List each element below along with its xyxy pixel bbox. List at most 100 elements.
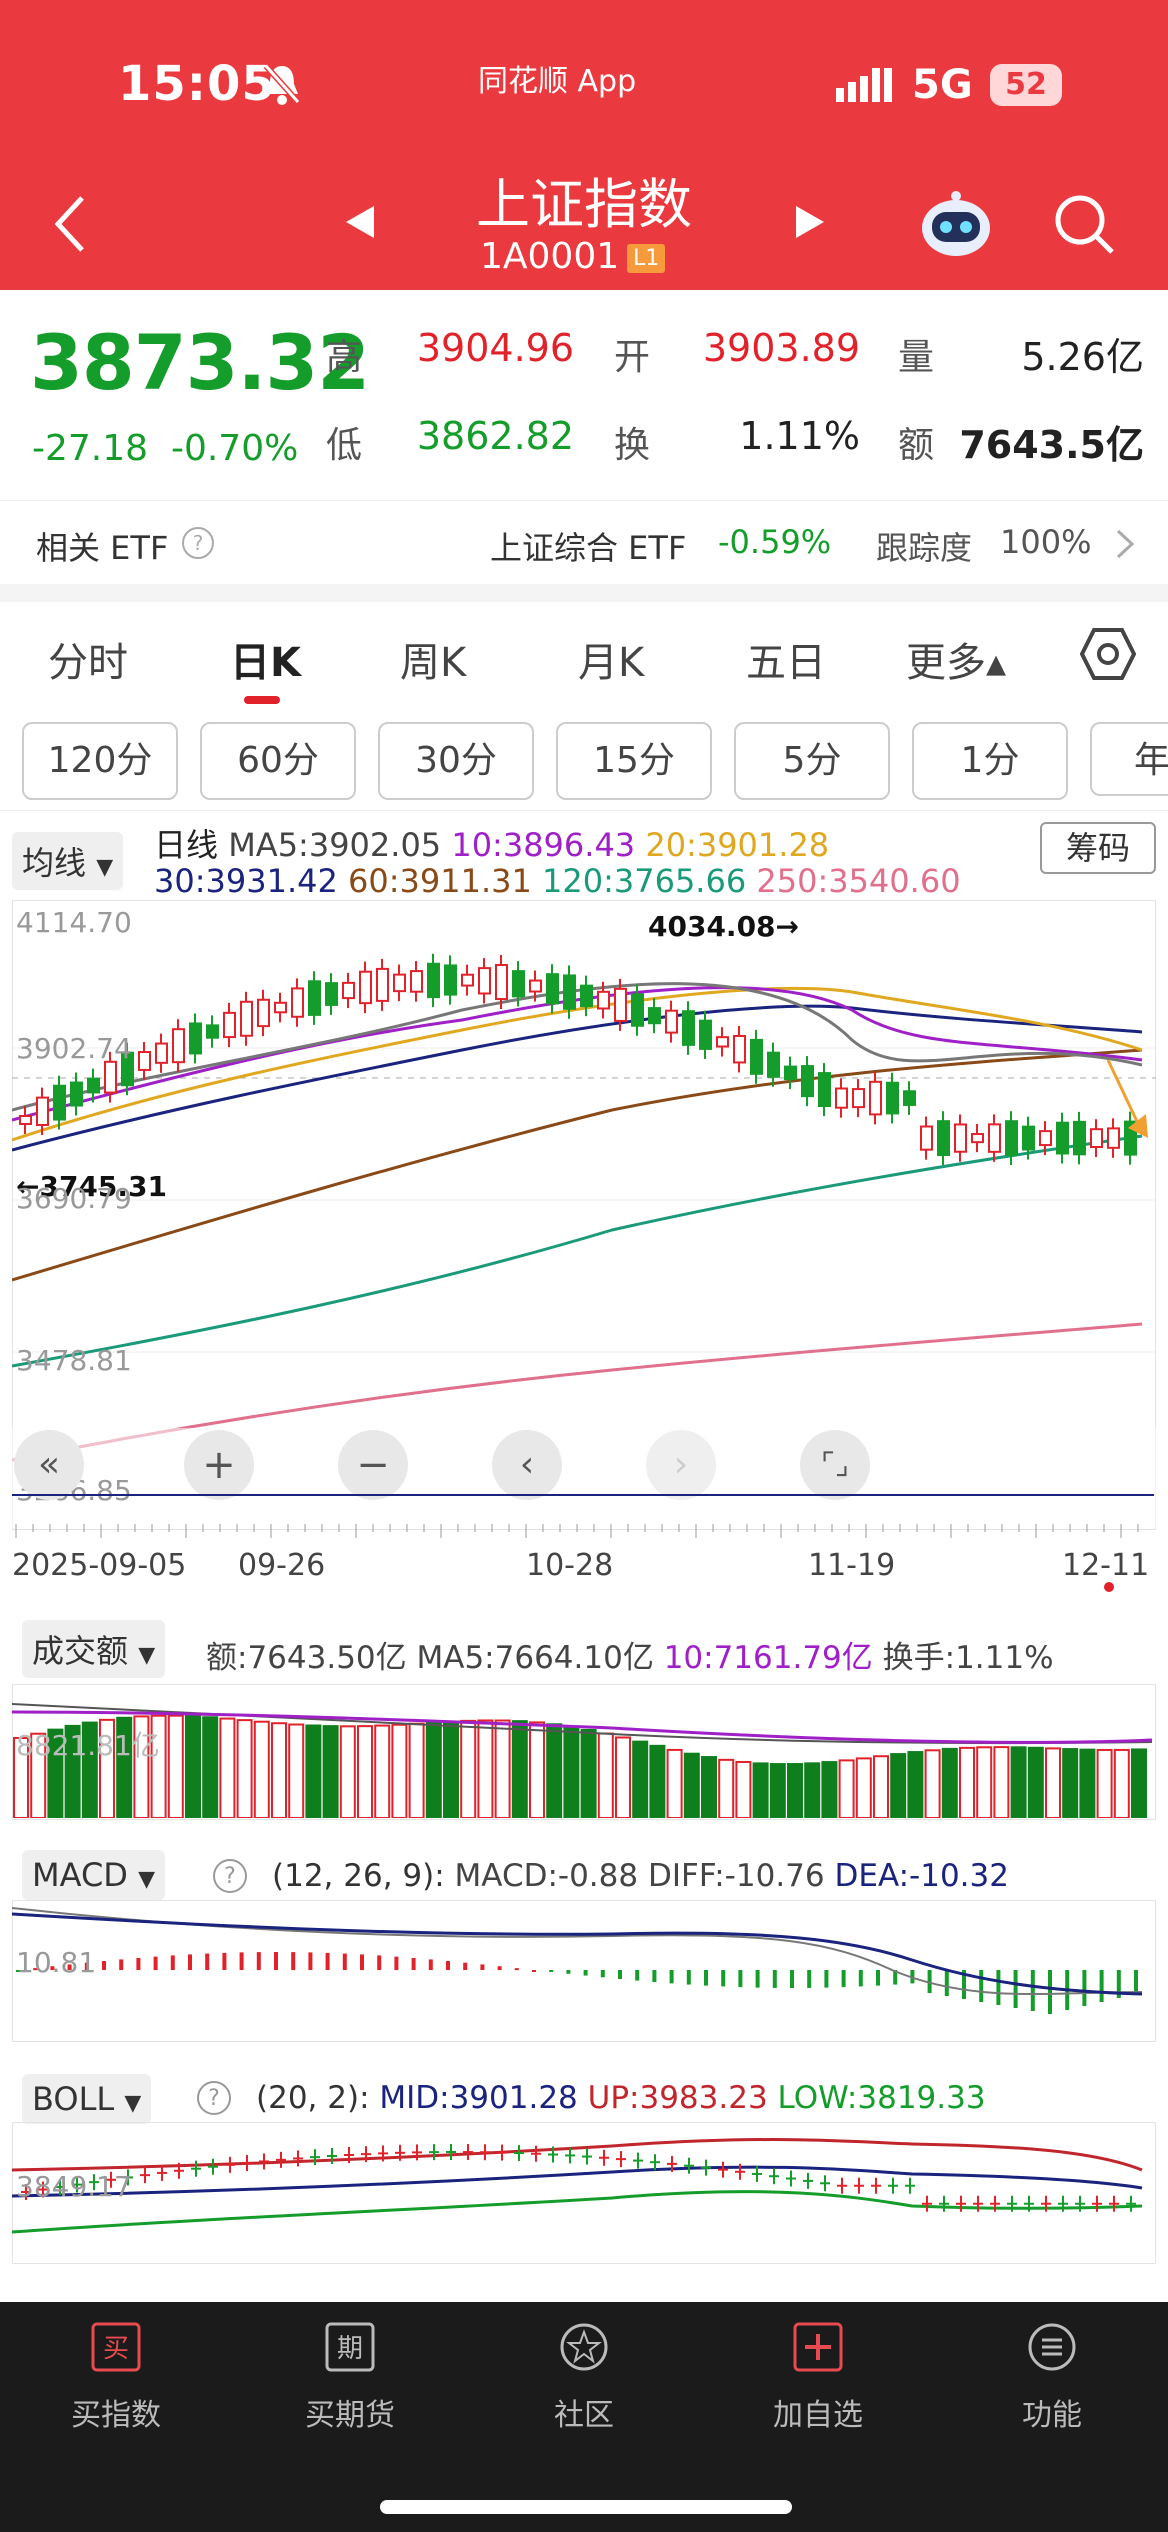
candle [1107,1118,1120,1158]
macd-bar [600,1970,605,1978]
nav-buy-index[interactable]: 买 买指数 [36,2322,196,2434]
help-icon[interactable]: ? [180,525,216,561]
volume-chart[interactable] [12,1684,1156,1818]
tab-weekly-k[interactable]: 周K [400,630,466,688]
volume-bar [959,1746,975,1818]
help-icon[interactable]: ? [194,2078,234,2118]
help-icon[interactable]: ? [210,1856,250,1896]
macd-bar [686,1970,691,1985]
etf-label: 相关 ETF [36,529,169,567]
zoom-out-button[interactable]: − [338,1430,408,1500]
svg-text:买: 买 [103,2334,129,2364]
macd-bar [342,1953,347,1970]
macd-bar [394,1956,399,1970]
indicator-dropdown[interactable]: 均线 ▼ [12,832,124,890]
candle [223,1002,236,1048]
volume-bar [580,1728,597,1818]
home-indicator[interactable] [380,2500,792,2514]
macd-bar [583,1970,588,1976]
period-60m[interactable]: 60分 [200,722,356,800]
etf-name: 上证综合 ETF [490,529,687,567]
status-time: 15:05 [118,56,276,112]
candle [580,975,593,1017]
volume-bar [477,1719,494,1818]
macd-bar [876,1970,880,1986]
macd-chart[interactable] [12,1900,1156,2040]
dropdown-arrow-icon: ▼ [138,1867,156,1892]
period-15m[interactable]: 15分 [556,722,712,800]
candle [988,1114,1001,1162]
date-label-1: 09-26 [238,1548,326,1583]
candle [1124,1111,1137,1165]
top-header: 15:05 同花顺 App 5G 52 上证指数 1A0001 L1 [0,0,1168,290]
candle [172,1019,185,1073]
dropdown-arrow-icon: ▼ [96,855,114,880]
volume-bar [202,1716,219,1818]
search-icon[interactable] [1052,192,1116,256]
candle [257,989,270,1037]
nav-add-watchlist[interactable]: 加自选 [738,2322,898,2434]
nav-label: 社区 [554,2398,614,2433]
volume-bar [253,1720,270,1818]
period-year[interactable]: 年 [1090,722,1168,796]
volume-bar [976,1746,993,1818]
macd-bar [1099,1970,1104,2002]
tab-daily-k[interactable]: 日K [230,630,301,688]
macd-bar [841,1970,846,1988]
candle [308,971,321,1025]
tab-more[interactable]: 更多▴ [906,630,1006,688]
macd-bar [274,1952,278,1970]
candle [546,964,559,1014]
amount-value: 7643.5亿 [959,423,1144,467]
macd-bar [480,1964,485,1970]
period-5m[interactable]: 5分 [734,722,890,800]
svg-text:?: ? [208,2086,220,2111]
volume-bar [1113,1748,1130,1818]
boll-indicator-dropdown[interactable]: BOLL ▼ [22,2074,152,2124]
macd-indicator-dropdown[interactable]: MACD ▼ [22,1850,166,1900]
tab-monthly-k[interactable]: 月K [578,630,644,688]
chip-button[interactable]: 筹码 [1040,822,1156,874]
volume-indicator-label: 成交额 [32,1632,129,1670]
scroll-left-button[interactable]: ‹ [492,1430,562,1500]
robot-assistant-icon[interactable] [918,190,994,260]
settings-hexagon-icon[interactable] [1080,626,1136,682]
nav-community[interactable]: 社区 [504,2322,664,2434]
scroll-right-button[interactable]: › [646,1430,716,1500]
macd-bar [772,1970,777,1988]
kline-grid [12,1047,1156,1353]
period-120m[interactable]: 120分 [22,722,178,800]
nav-buy-futures[interactable]: 期 买期货 [270,2322,430,2434]
candle [359,961,372,1014]
nav-functions[interactable]: 功能 [972,2322,1132,2434]
period-30m[interactable]: 30分 [378,722,534,800]
macd-dea: DEA:-10.32 [834,1858,1009,1894]
zoom-in-button[interactable]: + [184,1430,254,1500]
fullscreen-button[interactable]: ⌜⌟ [800,1430,870,1500]
date-label-3: 11-19 [808,1548,896,1583]
tab-intraday[interactable]: 分时 [48,630,128,688]
tab-five-day[interactable]: 五日 [746,630,826,688]
candle [903,1081,916,1115]
macd-bar [308,1952,313,1970]
volume-bar [993,1746,1010,1818]
macd-bar [652,1970,657,1983]
boll-up-line [12,2138,1143,2172]
nav-label: 加自选 [773,2398,863,2433]
period-1m[interactable]: 1分 [912,722,1068,800]
network-type: 5G [912,62,973,108]
volume-bar [821,1761,838,1818]
next-stock-icon[interactable] [794,204,826,240]
macd-bar [153,1956,158,1970]
scroll-left-fast-button[interactable]: « [14,1430,84,1500]
macd-bar [635,1970,640,1981]
volume-bar [1045,1747,1061,1818]
volume-bar [1027,1746,1044,1818]
candle [274,992,287,1023]
date-label-0: 2025-09-05 [12,1548,187,1583]
etf-row[interactable]: 相关 ETF ? 上证综合 ETF -0.59% 跟踪度 100% [0,500,1168,585]
volume-indicator-dropdown[interactable]: 成交额 ▼ [22,1620,166,1678]
kline-chart[interactable]: 4034.08→ ←3745.31 [12,900,1156,1528]
macd-bar [446,1961,450,1970]
boll-chart[interactable] [12,2122,1156,2262]
